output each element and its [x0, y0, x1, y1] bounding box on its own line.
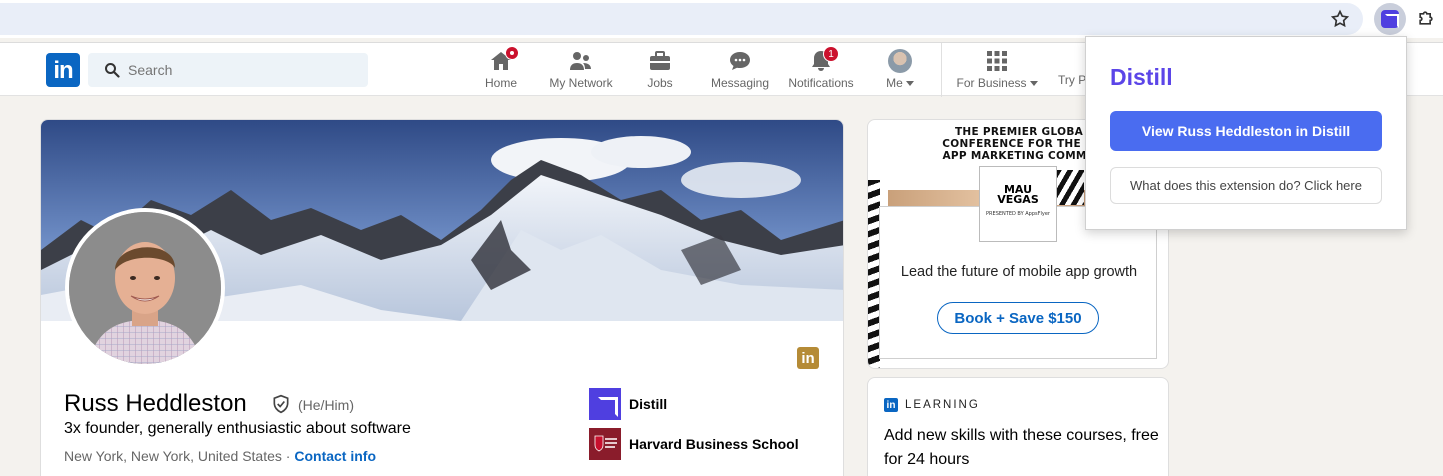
- search-input[interactable]: [128, 53, 348, 87]
- for-business-dropdown-icon: [1029, 81, 1038, 87]
- grid-apps-icon: [985, 49, 1009, 73]
- org-distill[interactable]: Distill: [589, 388, 668, 420]
- nav-messaging[interactable]: Messaging: [708, 49, 772, 93]
- nav-jobs[interactable]: Jobs: [642, 49, 678, 93]
- nav-me-label: Me: [886, 76, 903, 90]
- extensions-puzzle-icon[interactable]: [1416, 8, 1436, 28]
- linkedin-premium-badge-icon: in: [797, 347, 819, 369]
- notifications-bell-icon: 1: [809, 46, 839, 73]
- mau-logo-line-2: VEGAS: [997, 193, 1039, 206]
- nav-my-network-label: My Network: [549, 76, 613, 90]
- address-bar[interactable]: [0, 3, 1363, 35]
- org-harvard-business-school[interactable]: Harvard Business School: [589, 428, 799, 460]
- linkedin-learning-icon: in: [884, 398, 898, 412]
- learning-label: LEARNING: [905, 399, 980, 411]
- profile-name: Russ Heddleston: [64, 390, 247, 417]
- linkedin-logo-icon[interactable]: in: [46, 53, 80, 87]
- my-network-icon: [569, 49, 593, 73]
- nav-jobs-label: Jobs: [647, 76, 673, 90]
- popup-title: Distill: [1110, 64, 1173, 90]
- nav-my-network[interactable]: My Network: [545, 49, 617, 93]
- distill-logo-icon: [589, 388, 621, 420]
- org-distill-name: Distill: [629, 396, 668, 412]
- nav-home[interactable]: Home: [480, 46, 522, 93]
- profile-pronouns: (He/Him): [298, 397, 354, 413]
- contact-info-link[interactable]: Contact info: [294, 448, 376, 464]
- nav-try-premium[interactable]: Try P: [1058, 73, 1088, 117]
- profile-headline: 3x founder, generally enthusiastic about…: [64, 420, 411, 437]
- profile-location: New York, New York, United States: [64, 448, 282, 464]
- org-hbs-name: Harvard Business School: [629, 436, 799, 452]
- me-avatar: [888, 49, 912, 73]
- home-icon: [489, 46, 519, 73]
- ad-decoration-stripes-right: [1056, 170, 1084, 205]
- profile-card: in Russ Heddleston (He/Him) 3x founder, …: [40, 119, 844, 476]
- browser-toolbar: [0, 0, 1443, 38]
- ad-tagline: Lead the future of mobile app growth: [900, 264, 1138, 280]
- extension-help-button[interactable]: What does this extension do? Click here: [1110, 167, 1382, 204]
- mau-logo-sub: PRESENTED BY AppsFlyer: [986, 211, 1050, 217]
- messaging-icon: [728, 49, 752, 73]
- verified-shield-icon[interactable]: [271, 394, 291, 414]
- profile-photo[interactable]: [65, 208, 225, 368]
- distill-extension-button[interactable]: [1374, 3, 1406, 35]
- location-separator: ·: [281, 448, 295, 464]
- home-notification-dot: [505, 46, 519, 60]
- learning-text: Add new skills with these courses, free …: [884, 427, 1159, 468]
- learning-card[interactable]: in LEARNING Add new skills with these co…: [867, 377, 1169, 476]
- nav-messaging-label: Messaging: [710, 76, 770, 90]
- search-box[interactable]: [88, 53, 368, 87]
- nav-home-label: Home: [484, 76, 517, 90]
- distill-extension-popup: Distill View Russ Heddleston in Distill …: [1085, 36, 1407, 230]
- notifications-count-badge: 1: [823, 46, 839, 62]
- nav-notifications-label: Notifications: [788, 76, 854, 90]
- nav-divider: [941, 43, 942, 97]
- nav-for-business-label: For Business: [956, 76, 1027, 90]
- view-in-distill-button[interactable]: View Russ Heddleston in Distill: [1110, 111, 1382, 151]
- mau-vegas-logo: MAU VEGAS PRESENTED BY AppsFlyer: [979, 166, 1057, 242]
- bookmark-star-icon[interactable]: [1330, 9, 1350, 29]
- harvard-shield-icon: [589, 428, 621, 460]
- jobs-briefcase-icon: [648, 49, 672, 73]
- me-dropdown-icon: [905, 81, 914, 87]
- nav-try-premium-label: Try P: [1058, 73, 1087, 87]
- ad-book-button[interactable]: Book + Save $150: [937, 302, 1099, 334]
- search-icon: [105, 63, 120, 78]
- nav-me[interactable]: Me: [882, 49, 918, 93]
- nav-for-business[interactable]: For Business: [952, 49, 1042, 93]
- distill-extension-icon: [1381, 10, 1399, 28]
- learning-header: in LEARNING: [884, 398, 980, 412]
- nav-notifications[interactable]: 1 Notifications: [784, 46, 858, 93]
